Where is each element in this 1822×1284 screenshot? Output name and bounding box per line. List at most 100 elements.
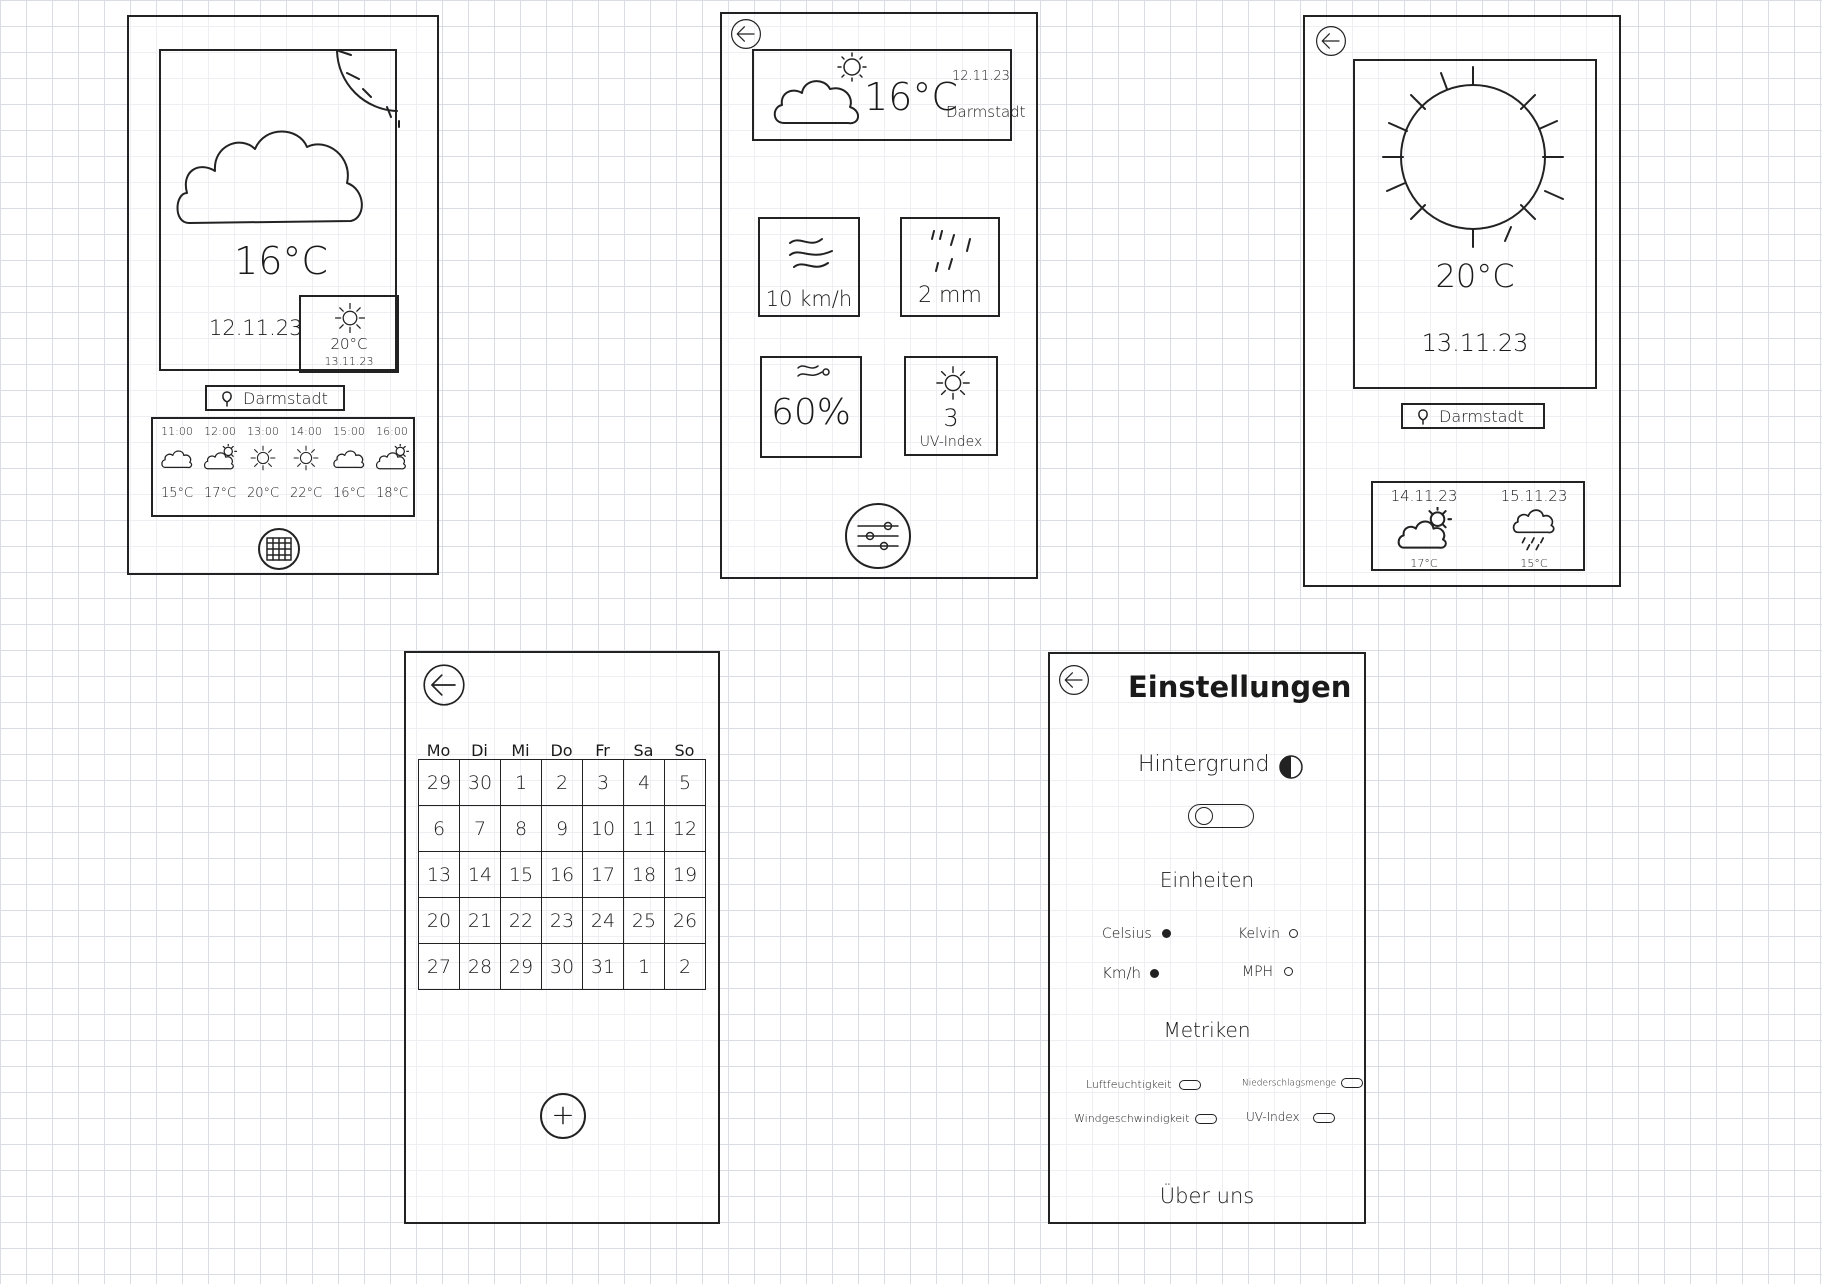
calendar-day[interactable]: 11 [623, 805, 665, 852]
calendar-day[interactable]: 22 [500, 897, 542, 944]
toggle-switch [1313, 1112, 1336, 1123]
calendar-day[interactable]: 16 [541, 851, 583, 898]
metric-toggle-uv[interactable]: UV-Index [1246, 1110, 1336, 1124]
calendar-day[interactable]: 5 [664, 759, 706, 806]
hour-item: 16:00 18°C [375, 425, 409, 501]
calendar-day[interactable]: 4 [623, 759, 665, 806]
calendar-day[interactable]: 9 [541, 805, 583, 852]
calendar-day[interactable]: 6 [418, 805, 460, 852]
toggle-switch [1179, 1080, 1202, 1090]
wind-tile: 10 km/h [758, 217, 860, 317]
metric-toggle-windspeed[interactable]: Windgeschwindigkeit [1074, 1112, 1218, 1125]
about-link[interactable]: Über uns [1050, 1184, 1364, 1208]
current-summary-card[interactable]: 16°C 12.11.23 Darmstadt [752, 49, 1026, 141]
forecast-date: 13.11.23 [1421, 329, 1529, 357]
cloud-icon [176, 130, 363, 224]
calendar-day[interactable]: 28 [459, 943, 501, 990]
unit-option-mph[interactable]: MPH [1242, 964, 1293, 980]
calendar-day[interactable]: 19 [664, 851, 706, 898]
calendar-day[interactable]: 17 [582, 851, 624, 898]
calendar-day[interactable]: 30 [541, 943, 583, 990]
background-toggle[interactable] [1188, 804, 1254, 828]
hour-item: 13:00 20°C [246, 425, 280, 501]
sun-icon [333, 301, 367, 335]
metric-toggle-humidity[interactable]: Luftfeuchtigkeit [1086, 1078, 1202, 1091]
calendar-day[interactable]: 31 [582, 943, 624, 990]
calendar-day[interactable]: 14 [459, 851, 501, 898]
contrast-icon [1279, 755, 1303, 779]
calendar-day[interactable]: 27 [418, 943, 460, 990]
calendar-day[interactable]: 24 [582, 897, 624, 944]
calendar-day[interactable]: 2 [541, 759, 583, 806]
tomorrow-date: 13.11.23 [324, 355, 374, 368]
calendar-day[interactable]: 30 [459, 759, 501, 806]
current-location: Darmstadt [946, 103, 1026, 121]
wind-icon [789, 238, 833, 268]
sun-icon [249, 444, 277, 472]
metric-toggle-precipitation[interactable]: Niederschlagsmenge [1242, 1078, 1363, 1089]
unit-option-kelvin[interactable]: Kelvin [1238, 926, 1298, 942]
calendar-day[interactable]: 13 [418, 851, 460, 898]
calendar-day[interactable]: 10 [582, 805, 624, 852]
current-weather-card: 16°C 12.11.23 20°C 13.11.23 [159, 49, 400, 373]
tomorrow-preview[interactable]: 20°C 13.11.23 [299, 295, 399, 373]
toggle-switch [1341, 1078, 1363, 1088]
calendar-day[interactable]: 21 [459, 897, 501, 944]
location-label[interactable]: Darmstadt [1401, 403, 1545, 429]
unit-option-celsius[interactable]: Celsius [1102, 926, 1172, 942]
settings-button[interactable] [844, 502, 912, 570]
current-temperature: 16°C [864, 75, 958, 119]
screen-settings: Einstellungen Hintergrund Einheiten Cels… [1048, 652, 1366, 1224]
calendar-day[interactable]: 1 [500, 759, 542, 806]
toggle-switch [1195, 1114, 1218, 1124]
hour-item: 12:00 17°C [203, 425, 237, 501]
unit-option-kmh[interactable]: Km/h [1102, 964, 1159, 982]
back-button[interactable] [730, 18, 762, 50]
humidity-tile: 60% [760, 356, 862, 458]
screen-calendar: Mo Di Mi Do Fr Sa So 29 30 1 2 3 4 5 6 7… [404, 651, 720, 1224]
calendar-day[interactable]: 29 [418, 759, 460, 806]
weekday-label: Mi [511, 741, 530, 760]
toggle-knob [1195, 807, 1213, 825]
calendar-week: 29 30 1 2 3 4 5 [418, 759, 706, 806]
day-item: 14.11.23 17°C [1390, 487, 1458, 570]
calendar-day[interactable]: 26 [664, 897, 706, 944]
calendar-day[interactable]: 15 [500, 851, 542, 898]
calendar-day[interactable]: 18 [623, 851, 665, 898]
current-temperature: 16°C [234, 239, 328, 283]
radio-selected-icon [1149, 969, 1159, 978]
calendar-week: 27 28 29 30 31 1 2 [418, 943, 706, 990]
hourly-forecast[interactable]: 11:00 15°C 12:00 17°C 13:00 20°C 14:00 2… [151, 417, 415, 517]
add-button[interactable]: + [540, 1093, 586, 1139]
weekday-label: Mo [426, 741, 451, 760]
tomorrow-temperature: 20°C [330, 335, 368, 353]
calendar-button[interactable] [257, 527, 301, 571]
units-heading: Einheiten [1159, 868, 1255, 892]
hour-item: 11:00 15°C [160, 425, 194, 501]
calendar-day[interactable]: 1 [623, 943, 665, 990]
calendar-day[interactable]: 7 [459, 805, 501, 852]
calendar-day[interactable]: 20 [418, 897, 460, 944]
location-name: Darmstadt [243, 389, 328, 408]
back-button[interactable] [1315, 25, 1347, 57]
current-date: 12.11.23 [952, 69, 1010, 84]
weekday-label: Do [550, 741, 573, 760]
back-button[interactable] [1058, 664, 1090, 696]
calendar-day[interactable]: 2 [664, 943, 706, 990]
calendar-day[interactable]: 23 [541, 897, 583, 944]
weekday-header: Mo Di Mi Do Fr Sa So [418, 741, 705, 760]
back-button[interactable] [422, 663, 466, 707]
calendar-day[interactable]: 29 [500, 943, 542, 990]
location-label[interactable]: Darmstadt [205, 385, 345, 411]
cloud-icon [160, 444, 194, 472]
calendar-day[interactable]: 8 [500, 805, 542, 852]
grid-icon [266, 537, 292, 561]
next-days-forecast[interactable]: 14.11.23 17°C 15.11.23 15°C [1371, 481, 1585, 571]
hour-item: 14:00 22°C [289, 425, 323, 501]
wind-speed: 10 km/h [765, 287, 853, 311]
calendar-day[interactable]: 3 [582, 759, 624, 806]
calendar-week: 13 14 15 16 17 18 19 [418, 851, 706, 898]
calendar-day[interactable]: 25 [623, 897, 665, 944]
calendar-day[interactable]: 12 [664, 805, 706, 852]
weekday-label: So [674, 741, 695, 760]
